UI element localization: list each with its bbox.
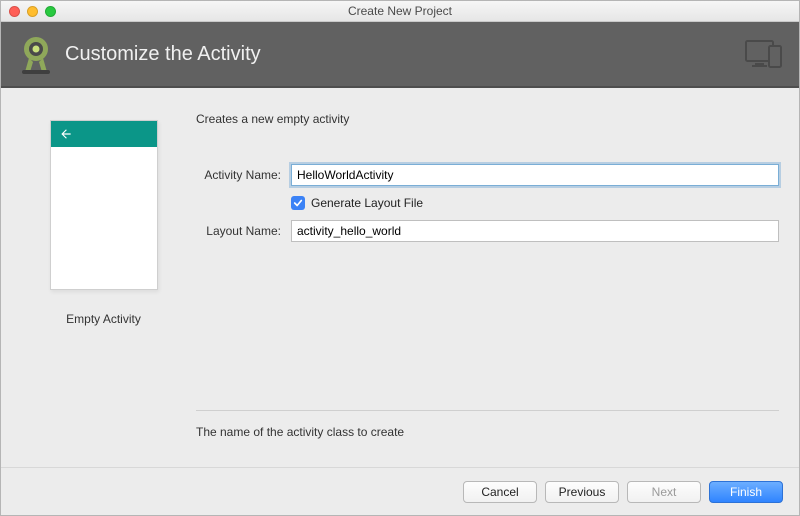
form-description: Creates a new empty activity [196,112,779,126]
help-text: The name of the activity class to create [196,411,779,467]
wizard-heading: Customize the Activity [65,43,261,66]
wizard-banner: Customize the Activity [1,22,799,88]
cancel-button[interactable]: Cancel [463,481,537,503]
window-title: Create New Project [1,4,799,18]
previous-button[interactable]: Previous [545,481,619,503]
titlebar: Create New Project [1,1,799,22]
minimize-icon[interactable] [27,6,38,17]
finish-button[interactable]: Finish [709,481,783,503]
preview-appbar [51,121,157,147]
activity-name-input[interactable] [291,164,779,186]
check-icon [293,198,303,208]
content-area: Empty Activity Creates a new empty activ… [1,88,799,467]
layout-name-row: Layout Name: [196,220,779,242]
arrow-back-icon [59,127,73,141]
activity-name-label: Activity Name: [196,168,291,182]
preview-column: Empty Activity [21,110,186,467]
zoom-icon[interactable] [45,6,56,17]
layout-name-input[interactable] [291,220,779,242]
dialog-window: Create New Project Customize the Activit… [0,0,800,516]
activity-preview [50,120,158,290]
generate-layout-row[interactable]: Generate Layout File [291,196,779,210]
android-studio-icon [19,34,53,74]
generate-layout-checkbox[interactable] [291,196,305,210]
form-column: Creates a new empty activity Activity Na… [196,110,779,467]
generate-layout-label: Generate Layout File [311,196,423,210]
preview-label: Empty Activity [66,312,141,326]
device-preview-icon [745,38,783,70]
close-icon[interactable] [9,6,20,17]
activity-name-row: Activity Name: [196,164,779,186]
next-button: Next [627,481,701,503]
layout-name-label: Layout Name: [196,224,291,238]
window-controls [9,6,56,17]
button-bar: Cancel Previous Next Finish [1,467,799,515]
